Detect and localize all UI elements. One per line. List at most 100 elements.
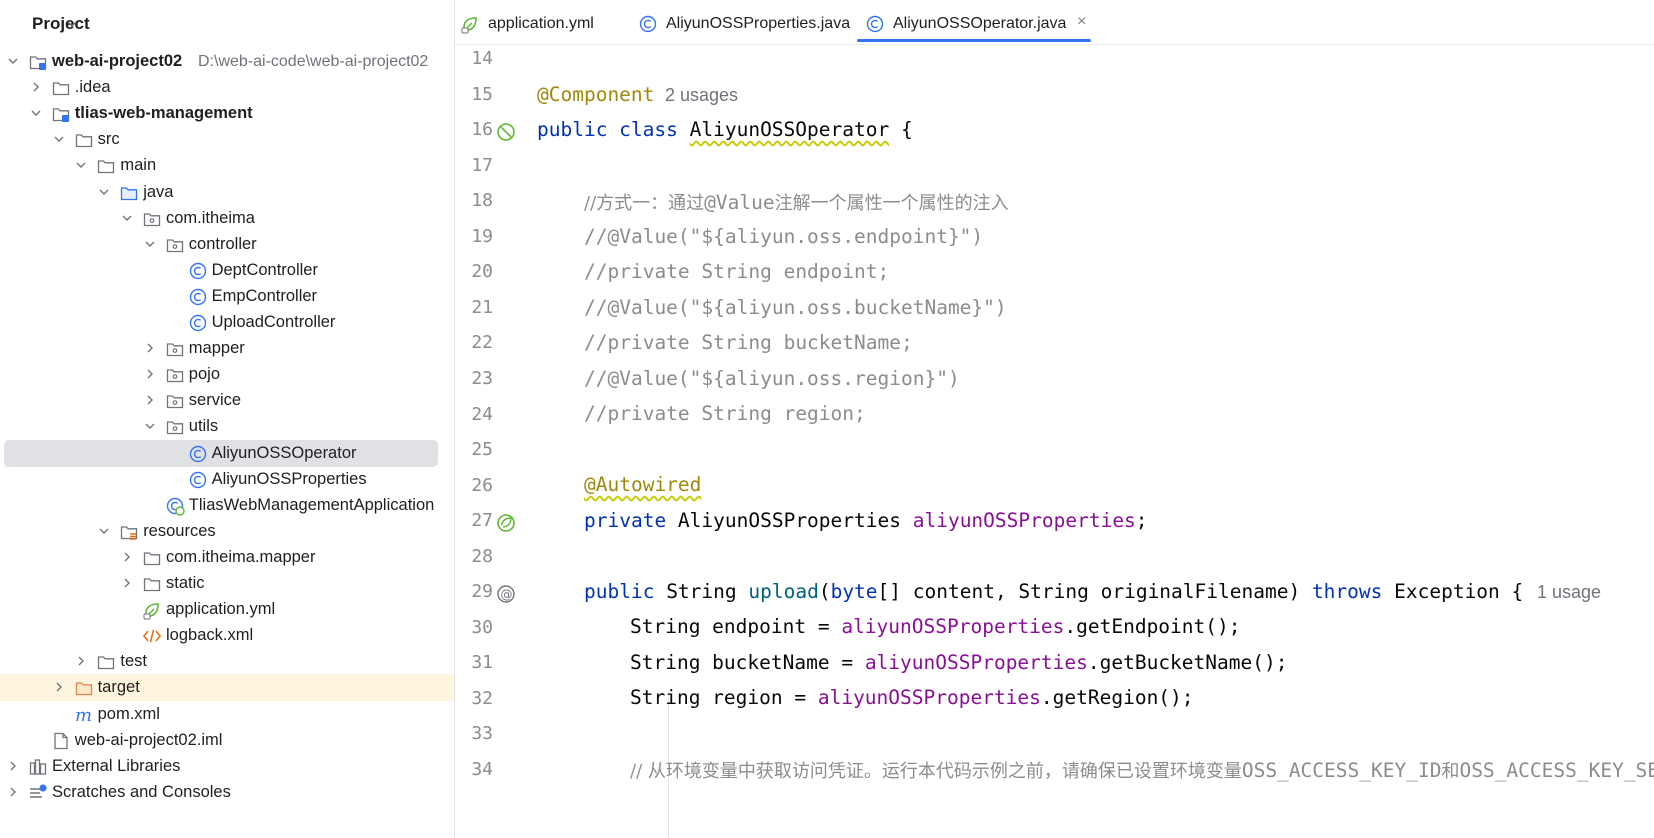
chevron-down-icon[interactable] [6, 54, 20, 68]
tree-item-label: utils [188, 417, 219, 436]
usages-hint[interactable]: 2 usages [665, 85, 738, 106]
line-number: 32 [471, 687, 493, 709]
tree-item-mapper[interactable]: mapper [0, 335, 454, 362]
tree-item-deptcontroller[interactable]: DeptController [0, 257, 454, 284]
tab-aliyunossproperties-java[interactable]: AliyunOSSProperties.java [638, 0, 850, 44]
comment: // 从环境变量中获取访问凭证。运行本代码示例之前，请确保已设置环境变量 [630, 761, 1242, 782]
project-panel-title[interactable]: Project [32, 14, 90, 34]
tree-item-tliaswebmanagementapplication[interactable]: TliasWebManagementApplication [0, 492, 454, 519]
code-line-34: // 从环境变量中获取访问凭证。运行本代码示例之前，请确保已设置环境变量OSS_… [630, 757, 1654, 783]
tree-item-logback-xml[interactable]: logback.xml [0, 622, 454, 649]
chevron-right-icon[interactable] [143, 341, 157, 355]
package-icon [165, 417, 185, 437]
tree-item-application-yml[interactable]: application.yml [0, 596, 454, 623]
tree-item-aliyunossproperties[interactable]: AliyunOSSProperties [0, 466, 454, 493]
svg-text:@: @ [501, 588, 513, 602]
close-icon[interactable]: × [1077, 13, 1086, 31]
line-number: 16 [471, 119, 493, 141]
chevron-right-icon[interactable] [120, 550, 134, 564]
iml-file-icon [51, 731, 71, 751]
tree-item-uploadcontroller[interactable]: UploadController [0, 309, 454, 336]
autowired-bean-icon[interactable] [495, 512, 517, 534]
spring-yml-icon [460, 14, 480, 34]
chevron-down-icon[interactable] [52, 132, 66, 146]
code-area[interactable]: @Component 2 usages public class AliyunO… [537, 44, 1654, 838]
line-number: 33 [471, 723, 493, 745]
chevron-right-icon[interactable] [52, 680, 66, 694]
tree-item-main[interactable]: main [0, 152, 454, 179]
tree-item-controller[interactable]: controller [0, 231, 454, 258]
code-line-29: public String upload(byte[] content, Str… [584, 580, 1523, 603]
project-path: D:\web-ai-code\web-ai-project02 [198, 53, 429, 70]
tree-item-pojo[interactable]: pojo [0, 361, 454, 388]
tree-item-web-ai-project02-iml[interactable]: web-ai-project02.iml [0, 727, 454, 754]
tab-aliyunossoperator-java[interactable]: AliyunOSSOperator.java × [857, 0, 1095, 44]
chevron-right-icon[interactable] [143, 367, 157, 381]
chevron-right-icon[interactable] [6, 785, 20, 799]
line-number: 15 [471, 83, 493, 105]
chevron-down-icon[interactable] [97, 524, 111, 538]
tree-item-tlias-web-management[interactable]: tlias-web-management [0, 100, 454, 127]
field-name: aliyunOSSProperties [864, 651, 1088, 674]
package-icon [165, 235, 185, 255]
tree-item-label: web-ai-project02.iml [74, 730, 223, 749]
tree-item-idea[interactable]: .idea [0, 74, 454, 101]
tree-item-empcontroller[interactable]: EmpController [0, 283, 454, 310]
chevron-right-icon[interactable] [29, 80, 43, 94]
tree-item-external-libraries[interactable]: External Libraries [0, 753, 454, 780]
tree-item-label: Scratches and Consoles [52, 782, 231, 801]
tree-item-java[interactable]: java [0, 179, 454, 206]
comment: OSS_ACCESS_KEY_ID [1241, 759, 1442, 782]
chevron-down-icon[interactable] [29, 106, 43, 120]
code-line-19: //@Value("${aliyun.oss.endpoint}") [584, 225, 984, 248]
chevron-down-icon[interactable] [74, 158, 88, 172]
tree-item-label: UploadController [211, 313, 336, 331]
tree-item-label: pojo [188, 365, 220, 384]
tab-application-yml[interactable]: application.yml [460, 0, 620, 44]
chevron-down-icon[interactable] [120, 211, 134, 225]
chevron-down-icon[interactable] [64, 16, 80, 32]
active-tab-indicator [857, 39, 1091, 42]
tree-item-scratches-and-consoles[interactable]: Scratches and Consoles [0, 779, 454, 806]
tree-item-aliyunossoperator[interactable]: AliyunOSSOperator [0, 439, 454, 467]
chevron-right-icon[interactable] [120, 576, 134, 590]
resources-folder-icon [119, 522, 139, 542]
tree-item-web-ai-project02[interactable]: web-ai-project02 D:\web-ai-code\web-ai-pr… [0, 48, 454, 75]
parameters: [] content, String originalFilename) [877, 580, 1312, 603]
tree-item-resources[interactable]: resources [0, 518, 454, 545]
tree-item-test[interactable]: test [0, 648, 454, 675]
keyword: public [584, 580, 667, 603]
line-number: 27 [471, 510, 493, 532]
tree-item-label: service [188, 391, 242, 410]
tree-item-com-itheima[interactable]: com.itheima [0, 205, 454, 232]
tree-item-target[interactable]: target [0, 674, 454, 702]
tree-item-static[interactable]: static [0, 570, 454, 597]
tree-item-label: java [143, 182, 174, 201]
chevron-down-icon[interactable] [143, 419, 157, 433]
chevron-right-icon[interactable] [6, 759, 20, 773]
tree-item-com-itheima-mapper[interactable]: com.itheima.mapper [0, 544, 454, 571]
package-icon [165, 365, 185, 385]
line-number: 22 [471, 332, 493, 354]
class-icon [188, 313, 208, 333]
tree-item-utils[interactable]: utils [0, 413, 454, 440]
tree-item-pom-xml[interactable]: m pom.xml [0, 701, 454, 728]
field-name: aliyunOSSProperties [912, 509, 1136, 532]
code-line-24: //private String region; [584, 402, 866, 425]
tree-item-label: static [166, 574, 205, 592]
ide-window: Project web-ai-project02 D:\web-ai-code\w… [0, 0, 1654, 838]
spring-bean-icon[interactable] [495, 121, 517, 143]
tree-item-service[interactable]: service [0, 387, 454, 414]
usages-hint[interactable]: 1 usage [1537, 582, 1601, 603]
chevron-right-icon[interactable] [143, 393, 157, 407]
code-line-22: //private String bucketName; [584, 331, 913, 354]
tree-item-src[interactable]: src [0, 126, 454, 153]
chevron-down-icon[interactable] [143, 237, 157, 251]
xml-icon [142, 626, 162, 646]
tree-item-label: target [97, 678, 140, 697]
tree-item-label: External Libraries [52, 756, 181, 775]
mapping-at-icon[interactable]: @ [495, 583, 517, 605]
chevron-right-icon[interactable] [74, 654, 88, 668]
chevron-down-icon[interactable] [97, 185, 111, 199]
line-number: 14 [471, 48, 493, 69]
